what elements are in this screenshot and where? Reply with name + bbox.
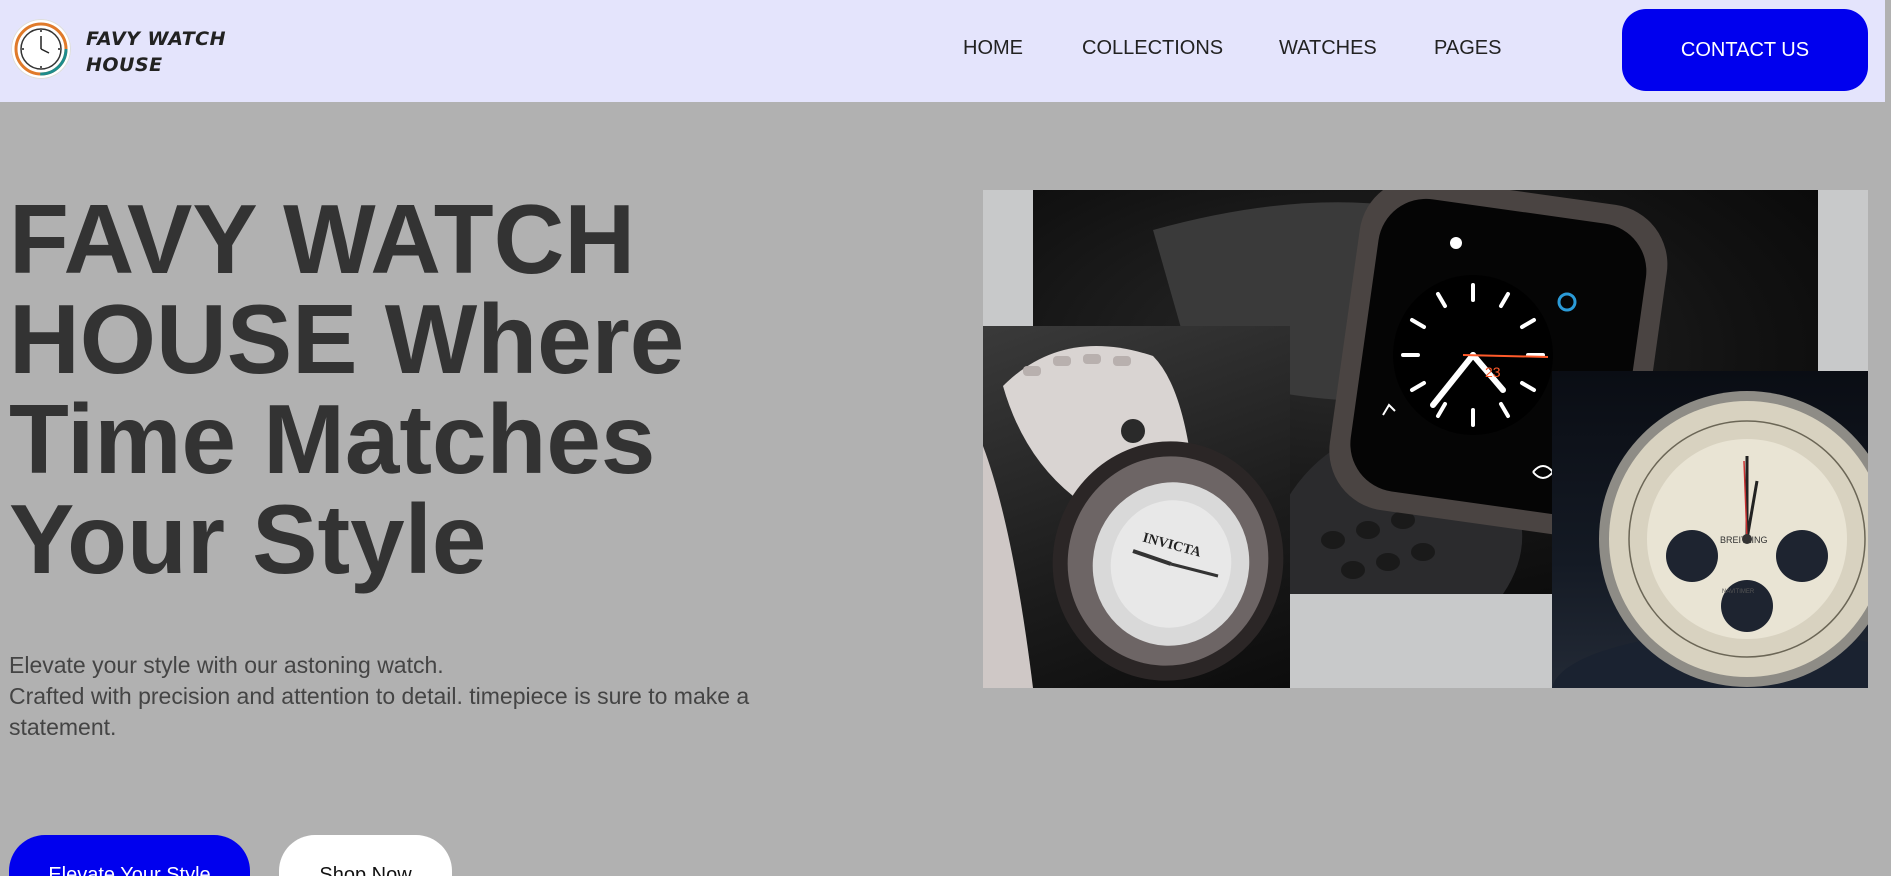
invicta-diver-watch-image: INVICTA bbox=[983, 326, 1290, 688]
nav-home[interactable]: HOME bbox=[963, 37, 1023, 60]
logo-watch-icon[interactable] bbox=[11, 19, 71, 79]
hero-description: Elevate your style with our astoning wat… bbox=[9, 650, 809, 743]
logo-text[interactable]: FAVY WATCH HOUSE bbox=[86, 26, 236, 78]
hero-description-line-1: Elevate your style with our astoning wat… bbox=[9, 652, 444, 678]
breitling-brand-text: BREITLING bbox=[1720, 535, 1768, 545]
contact-us-button[interactable]: CONTACT US bbox=[1622, 9, 1868, 91]
elevate-your-style-button[interactable]: Elevate Your Style bbox=[9, 835, 250, 876]
breitling-model-text: NAVITIMER bbox=[1722, 589, 1755, 595]
site-header: FAVY WATCH HOUSE HOME COLLECTIONS WATCHE… bbox=[0, 0, 1885, 102]
nav-watches[interactable]: WATCHES bbox=[1279, 37, 1377, 60]
nav-pages[interactable]: PAGES bbox=[1434, 37, 1501, 60]
hero-description-line-2: Crafted with precision and attention to … bbox=[9, 683, 750, 740]
apple-date-text: 23 bbox=[1485, 364, 1501, 380]
hero-title: FAVY WATCH HOUSE Where Time Matches Your… bbox=[9, 184, 685, 594]
breitling-navitimer-image: BREITLING NAVITIMER bbox=[1552, 371, 1868, 688]
shop-now-button[interactable]: Shop Now bbox=[279, 835, 452, 876]
nav-collections[interactable]: COLLECTIONS bbox=[1082, 37, 1223, 60]
